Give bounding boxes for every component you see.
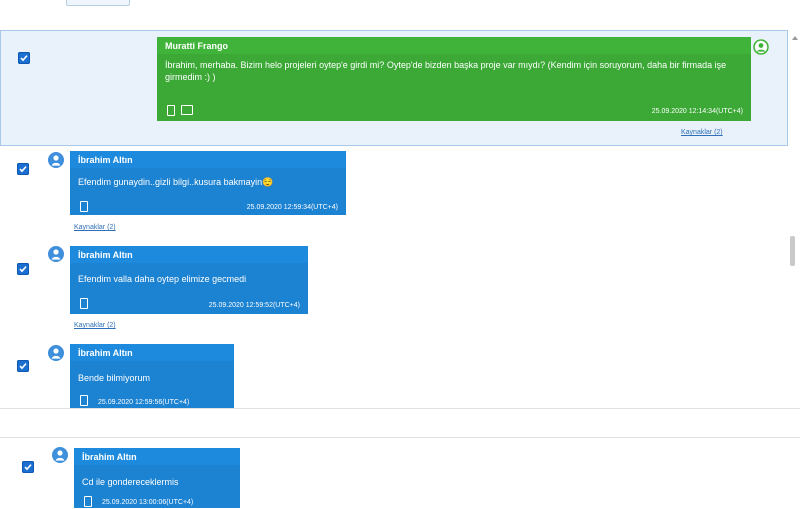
sources-link[interactable]: Kaynaklar (2) bbox=[74, 322, 116, 329]
top-toolbar-strip bbox=[0, 0, 800, 14]
message-checkbox[interactable] bbox=[17, 360, 29, 372]
scrollbar-thumb[interactable] bbox=[790, 236, 795, 266]
user-avatar-icon bbox=[52, 447, 68, 463]
device-icon bbox=[80, 298, 88, 309]
message-text: İbrahim, merhaba. Bizim helo projeleri o… bbox=[165, 60, 727, 82]
sender-name: İbrahim Altın bbox=[78, 348, 133, 358]
sender-name: İbrahim Altın bbox=[82, 452, 137, 462]
sender-name: İbrahim Altın bbox=[78, 155, 133, 165]
divider bbox=[0, 437, 800, 438]
message-bubble[interactable]: İbrahim Altın Efendim gunaydin..gizli bi… bbox=[70, 151, 346, 215]
message-bubble[interactable]: İbrahim Altın Bende bilmiyorum 25.09.202… bbox=[70, 344, 234, 410]
message-row[interactable]: Muratti Frango İbrahim, merhaba. Bizim h… bbox=[0, 30, 788, 146]
message-timestamp: 25.09.2020 12:59:34(UTC+4) bbox=[246, 204, 338, 211]
device-icon bbox=[167, 105, 175, 116]
message-bubble[interactable]: Muratti Frango İbrahim, merhaba. Bizim h… bbox=[157, 37, 751, 121]
message-text: Cd ile gondereceklermis bbox=[82, 477, 179, 487]
user-avatar-icon bbox=[753, 39, 769, 55]
message-text: Efendim valla daha oytep elimize gecmedi bbox=[78, 274, 247, 284]
sender-name: Muratti Frango bbox=[165, 41, 228, 51]
message-row[interactable]: İbrahim Altın Efendim gunaydin..gizli bi… bbox=[0, 148, 788, 238]
device-icon bbox=[84, 496, 92, 507]
message-row[interactable]: İbrahim Altın Efendim valla daha oytep e… bbox=[0, 244, 788, 336]
message-bubble[interactable]: İbrahim Altın Cd ile gondereceklermis 25… bbox=[74, 448, 240, 508]
message-timestamp: 25.09.2020 12:59:52(UTC+4) bbox=[208, 302, 300, 309]
sender-name: İbrahim Altın bbox=[78, 250, 133, 260]
message-timestamp: 25.09.2020 13:00:06(UTC+4) bbox=[102, 499, 194, 506]
message-text: Bende bilmiyorum bbox=[78, 373, 151, 383]
device-icon bbox=[80, 395, 88, 406]
user-avatar-icon bbox=[48, 152, 64, 168]
message-text: Efendim gunaydin..gizli bilgi..kusura ba… bbox=[78, 177, 274, 187]
scroll-up-arrow-icon[interactable] bbox=[792, 36, 798, 40]
user-avatar-icon bbox=[48, 246, 64, 262]
user-avatar-icon bbox=[48, 345, 64, 361]
message-bubble[interactable]: İbrahim Altın Efendim valla daha oytep e… bbox=[70, 246, 308, 314]
message-row[interactable]: İbrahim Altın Bende bilmiyorum 25.09.202… bbox=[0, 342, 788, 410]
device-icon bbox=[80, 201, 88, 212]
attachment-icon bbox=[181, 105, 193, 115]
message-checkbox[interactable] bbox=[22, 461, 34, 473]
section-separator bbox=[0, 408, 800, 439]
sources-link[interactable]: Kaynaklar (2) bbox=[681, 129, 723, 136]
message-checkbox[interactable] bbox=[17, 263, 29, 275]
sources-link[interactable]: Kaynaklar (2) bbox=[74, 224, 116, 231]
message-timestamp: 25.09.2020 12:14:34(UTC+4) bbox=[651, 108, 743, 115]
top-partial-button[interactable] bbox=[66, 0, 130, 6]
message-checkbox[interactable] bbox=[17, 163, 29, 175]
message-checkbox[interactable] bbox=[18, 52, 30, 64]
message-row[interactable]: İbrahim Altın Cd ile gondereceklermis 25… bbox=[0, 444, 788, 508]
